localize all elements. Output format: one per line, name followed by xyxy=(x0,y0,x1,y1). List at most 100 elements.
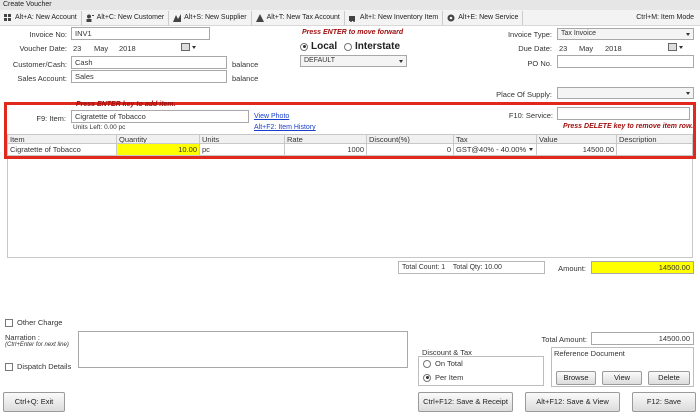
service-field[interactable] xyxy=(557,107,690,120)
per-item-label: Per Item xyxy=(435,373,464,382)
new-tax-account-button[interactable]: Alt+T: New Tax Account xyxy=(252,10,345,25)
item-field[interactable]: Cigratette of Tobacco xyxy=(71,110,249,123)
po-field[interactable] xyxy=(557,55,694,68)
voucher-date-month[interactable]: May xyxy=(94,44,108,53)
invoice-type-value: Tax Invoice xyxy=(561,30,597,37)
voucher-date-day[interactable]: 23 xyxy=(73,44,81,53)
dispatch-details-checkbox[interactable]: Dispatch Details xyxy=(5,362,71,371)
new-customer-button[interactable]: Alt+C: New Customer xyxy=(82,10,170,25)
place-of-supply-label: Place Of Supply: xyxy=(496,90,552,99)
reference-document-title: Reference Document xyxy=(554,349,625,358)
save-button[interactable]: F12: Save xyxy=(632,392,696,412)
totals-summary: Total Count: 1 Total Qty: 10.00 xyxy=(398,261,545,274)
cell-units[interactable]: pc xyxy=(200,144,285,155)
chevron-down-icon xyxy=(529,148,533,151)
sales-account-label: Sales Account: xyxy=(17,74,67,83)
exit-button[interactable]: Ctrl+Q: Exit xyxy=(3,392,65,412)
chevron-down-icon xyxy=(192,45,196,49)
cell-tax[interactable]: GST@40% - 40.00% xyxy=(454,144,537,155)
chevron-down-icon xyxy=(399,60,403,63)
new-account-label: Alt+A: New Account xyxy=(15,14,77,21)
chevron-down-icon xyxy=(679,45,683,49)
narration-hint: (Ctrl+Enter for next line) xyxy=(5,342,69,348)
new-supplier-label: Alt+S: New Supplier xyxy=(184,14,247,21)
col-quantity[interactable]: Quantity xyxy=(117,135,200,143)
place-of-supply-select[interactable] xyxy=(557,87,694,99)
voucher-date-year[interactable]: 2018 xyxy=(119,44,136,53)
price-list-select[interactable]: DEFAULT xyxy=(300,55,407,67)
cell-description[interactable] xyxy=(617,144,692,155)
on-total-radio[interactable]: On Total xyxy=(423,359,463,368)
radio-selected-icon xyxy=(300,42,308,51)
due-date-month[interactable]: May xyxy=(579,44,593,53)
table-row[interactable]: Cigratette of Tobacco 10.00 pc 1000 0 GS… xyxy=(7,144,693,156)
col-rate[interactable]: Rate xyxy=(285,135,367,143)
customer-field[interactable]: Cash xyxy=(71,56,227,69)
sales-account-field[interactable]: Sales xyxy=(71,70,227,83)
interstate-radio[interactable]: Interstate xyxy=(344,41,400,52)
col-value[interactable]: Value xyxy=(537,135,617,143)
cell-tax-value: GST@40% - 40.00% xyxy=(456,145,527,154)
new-service-button[interactable]: Alt+E: New Service xyxy=(443,10,524,25)
cell-item[interactable]: Cigratette of Tobacco xyxy=(8,144,117,155)
save-view-button[interactable]: Alt+F12: Save & View xyxy=(525,392,620,412)
new-account-button[interactable]: Alt+A: New Account xyxy=(0,10,82,25)
view-button[interactable]: View xyxy=(602,371,642,385)
total-count: Total Count: 1 xyxy=(402,264,446,271)
supplier-icon xyxy=(173,13,182,22)
total-qty: Total Qty: 10.00 xyxy=(452,264,502,271)
local-radio[interactable]: Local xyxy=(300,41,337,52)
view-photo-link[interactable]: View Photo xyxy=(254,113,289,120)
invoice-no-field[interactable]: INV1 xyxy=(71,27,210,40)
price-list-value: DEFAULT xyxy=(304,57,335,64)
radio-selected-icon xyxy=(423,373,431,382)
item-mode-shortcut[interactable]: Ctrl+M: Item Mode xyxy=(636,10,694,26)
chevron-down-icon xyxy=(686,92,690,95)
service-label: F10: Service: xyxy=(508,111,553,120)
due-date-picker[interactable] xyxy=(668,43,683,51)
invoice-type-select[interactable]: Tax Invoice xyxy=(557,28,694,40)
save-receipt-button[interactable]: Ctrl+F12: Save & Receipt xyxy=(418,392,513,412)
customer-balance: balance xyxy=(232,60,259,69)
tax-account-icon xyxy=(255,13,264,22)
cell-discount[interactable]: 0 xyxy=(367,144,454,155)
person-add-icon xyxy=(86,14,94,22)
other-charge-label: Other Charge xyxy=(17,318,63,327)
delete-row-hint: Press DELETE key to remove item row. xyxy=(563,123,694,130)
cell-quantity[interactable]: 10.00 xyxy=(117,144,200,155)
due-date-label: Due Date: xyxy=(518,44,552,53)
other-charge-checkbox[interactable]: Other Charge xyxy=(5,318,62,327)
col-units[interactable]: Units xyxy=(200,135,285,143)
new-inventory-item-button[interactable]: Alt+I: New Inventory Item xyxy=(345,10,444,25)
po-label: PO No. xyxy=(527,59,552,68)
amount-label: Amount: xyxy=(558,264,586,273)
cell-rate[interactable]: 1000 xyxy=(285,144,367,155)
col-description[interactable]: Description xyxy=(617,135,692,143)
voucher-date-label: Voucher Date: xyxy=(19,44,67,53)
grid-empty-area[interactable] xyxy=(7,159,693,258)
col-discount[interactable]: Discount(%) xyxy=(367,135,454,143)
narration-field[interactable] xyxy=(78,331,408,368)
due-date-day[interactable]: 23 xyxy=(559,44,567,53)
new-customer-label: Alt+C: New Customer xyxy=(96,14,165,21)
total-amount-label: Total Amount: xyxy=(541,335,587,344)
per-item-radio[interactable]: Per Item xyxy=(423,373,463,382)
window-title: Create Voucher xyxy=(0,0,700,10)
new-inventory-item-label: Alt+I: New Inventory Item xyxy=(359,14,439,21)
checkbox-icon xyxy=(5,318,13,327)
local-label: Local xyxy=(311,41,338,52)
new-supplier-button[interactable]: Alt+S: New Supplier xyxy=(169,10,252,25)
item-history-link[interactable]: Alt+F2: Item History xyxy=(254,124,316,131)
enter-hint: Press ENTER to move forward xyxy=(302,29,404,36)
voucher-date-picker[interactable] xyxy=(181,43,196,51)
delete-button[interactable]: Delete xyxy=(648,371,690,385)
due-date-year[interactable]: 2018 xyxy=(605,44,622,53)
browse-button[interactable]: Browse xyxy=(556,371,596,385)
service-icon xyxy=(447,14,455,22)
grid-header: Item Quantity Units Rate Discount(%) Tax… xyxy=(7,134,693,144)
col-tax[interactable]: Tax xyxy=(454,135,537,143)
cell-value[interactable]: 14500.00 xyxy=(537,144,617,155)
invoice-type-label: Invoice Type: xyxy=(507,30,552,39)
invoice-no-label: Invoice No: xyxy=(29,30,67,39)
col-item[interactable]: Item xyxy=(8,135,117,143)
